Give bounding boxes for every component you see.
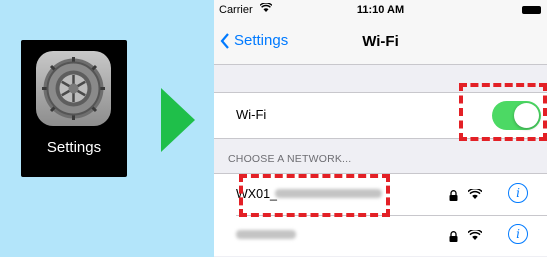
- toggle-highlight-box: [459, 83, 547, 141]
- status-time: 11:10 AM: [356, 4, 405, 16]
- network-highlight-box: [239, 174, 390, 217]
- battery-icon: [522, 6, 541, 14]
- app-label: Settings: [46, 139, 102, 156]
- info-icon[interactable]: i: [508, 224, 528, 244]
- right-arrow-icon: [161, 88, 195, 152]
- page-title: Wi-Fi: [362, 33, 399, 50]
- lock-icon: [449, 229, 458, 247]
- network-row[interactable]: i: [214, 215, 547, 256]
- navigation-bar: Settings Wi-Fi: [214, 20, 547, 65]
- wifi-signal-icon: [467, 228, 483, 246]
- wifi-signal-icon: [467, 187, 483, 205]
- lock-icon: [449, 188, 458, 206]
- redacted-text: [236, 230, 296, 239]
- gear-icon: [36, 51, 111, 126]
- wifi-toggle-label: Wi-Fi: [236, 107, 267, 122]
- section-header: CHOOSE A NETWORK...: [228, 153, 352, 165]
- status-bar: Carrier 11:10 AM: [214, 0, 547, 20]
- info-icon[interactable]: i: [508, 183, 528, 203]
- settings-app-tile[interactable]: Settings: [21, 40, 127, 177]
